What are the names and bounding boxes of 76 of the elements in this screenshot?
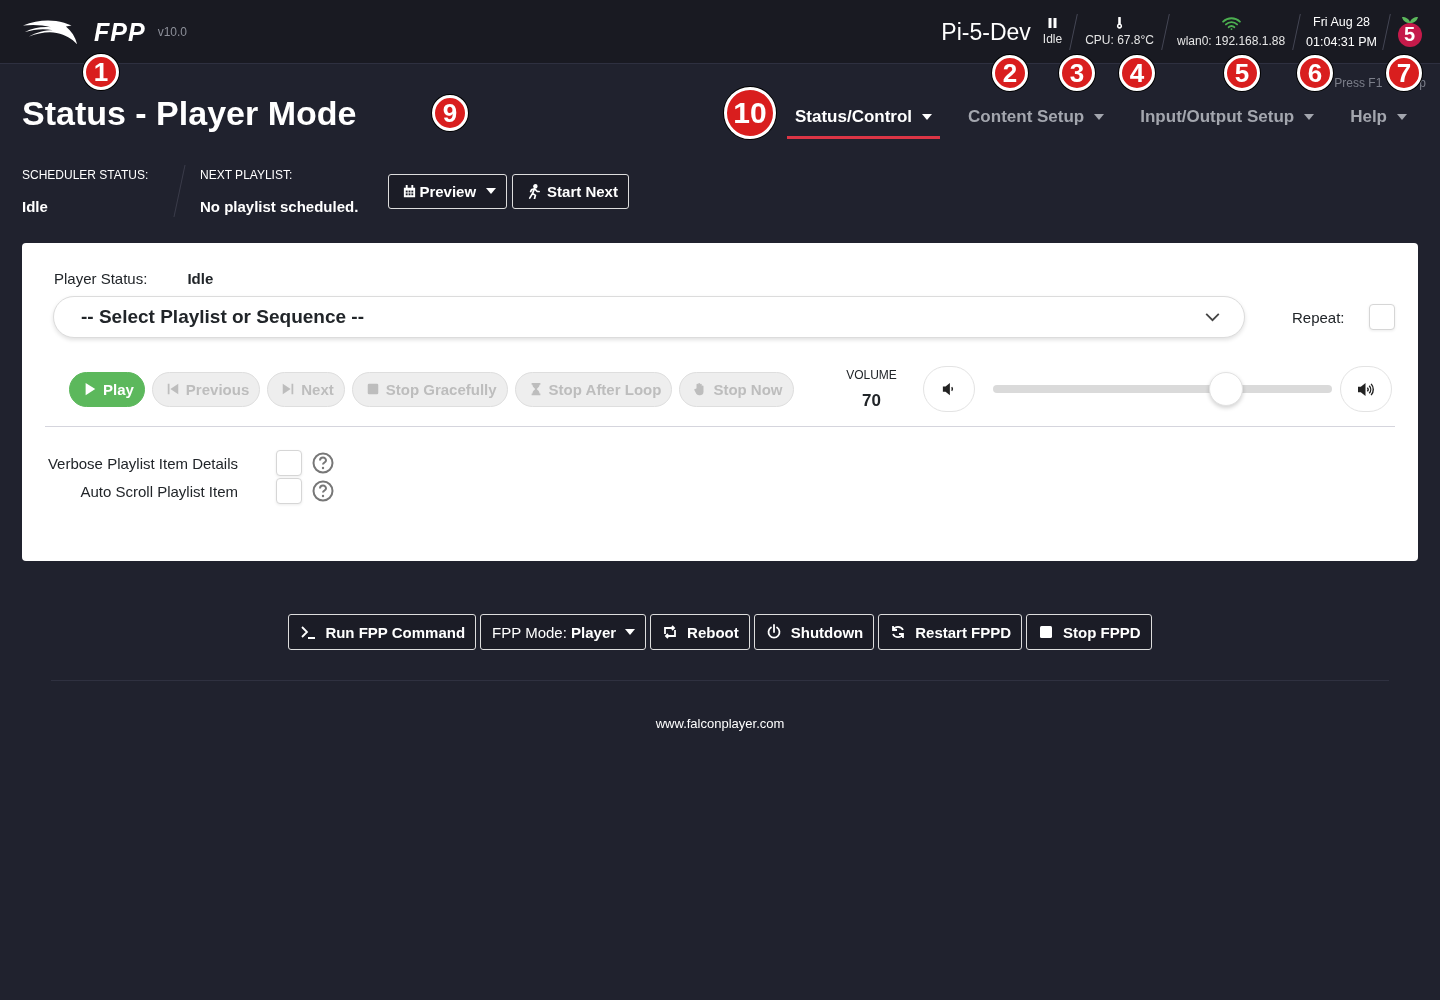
mode-dropdown[interactable]: FPP Mode: Player xyxy=(480,614,647,650)
preview-dropdown[interactable]: Preview xyxy=(388,173,508,209)
callout-marker: 5 xyxy=(1224,55,1260,91)
time-label: 01:04:31 PM xyxy=(1306,35,1377,49)
option-label: Verbose Playlist Item Details xyxy=(46,454,238,472)
help-hint: p xyxy=(1419,76,1426,89)
skip-back-icon xyxy=(165,382,180,396)
callout-marker: 3 xyxy=(1059,55,1095,91)
stop-icon xyxy=(365,382,380,396)
running-person-icon xyxy=(526,183,542,199)
stop-icon xyxy=(1038,624,1055,640)
callout-marker: 2 xyxy=(992,55,1028,91)
player-state: Idle xyxy=(1042,32,1063,46)
repeat-label: Repeat: xyxy=(1292,308,1345,326)
hostname: Pi-5-Dev xyxy=(941,18,1031,46)
nav-tab[interactable]: Input/Output Setup xyxy=(1132,97,1323,139)
refresh-icon xyxy=(890,624,907,640)
action-button[interactable]: Run FPP Command xyxy=(288,614,477,650)
help-icon xyxy=(312,452,334,474)
logo-text: FPP xyxy=(94,17,146,47)
chevron-down-icon xyxy=(1205,312,1220,322)
volume-down-button[interactable] xyxy=(922,366,975,412)
volume-value: 70 xyxy=(862,390,881,411)
calendar-icon xyxy=(402,183,418,199)
next-playlist-label: NEXT PLAYLIST: xyxy=(200,167,294,182)
option-checkbox[interactable] xyxy=(276,450,302,476)
caret-icon xyxy=(1094,113,1105,120)
option-label: Auto Scroll Playlist Item xyxy=(79,482,238,500)
raspberry-icon xyxy=(1396,15,1424,49)
option-checkbox[interactable] xyxy=(276,478,302,504)
footer-link[interactable]: www.falconplayer.com xyxy=(655,716,785,731)
volume-slider[interactable] xyxy=(992,372,1332,406)
power-icon xyxy=(765,624,782,640)
page-title: Status - Player Mode xyxy=(22,93,357,133)
volume-up-button[interactable] xyxy=(1339,366,1392,412)
version-label: v10.0 xyxy=(157,25,187,39)
callout-marker: 1 xyxy=(83,54,119,90)
next-playlist: No playlist scheduled. xyxy=(200,197,359,215)
volume-label: VOLUME xyxy=(846,367,897,382)
board-number: 5 xyxy=(1404,24,1416,44)
player-status: Idle xyxy=(187,269,214,287)
network-address: wlan0: 192.168.1.88 xyxy=(1177,33,1286,48)
caret-icon xyxy=(1304,113,1315,120)
player-status-label: Player Status: xyxy=(54,269,148,287)
caret-icon xyxy=(1397,113,1407,120)
action-button[interactable]: Stop FPPD xyxy=(1026,614,1152,650)
play-icon xyxy=(83,382,97,396)
callout-marker: 6 xyxy=(1297,55,1333,91)
action-button[interactable]: Restart FPPD xyxy=(878,614,1023,650)
callout-marker: 4 xyxy=(1119,55,1155,91)
repeat-checkbox[interactable] xyxy=(1369,304,1395,330)
scheduler-status-label: SCHEDULER STATUS: xyxy=(22,167,150,182)
skip-forward-icon xyxy=(281,382,296,396)
nav-tab[interactable]: Help xyxy=(1342,97,1415,139)
speaker-icon xyxy=(941,382,956,396)
wifi-icon xyxy=(1221,16,1241,30)
action-button[interactable]: Reboot xyxy=(650,614,750,650)
action-button[interactable]: Shutdown xyxy=(753,614,875,650)
caret-icon xyxy=(922,113,933,120)
help-hint: Press F1 xyxy=(1334,76,1383,89)
nav-tab[interactable]: Content Setup xyxy=(960,97,1113,139)
speaker-loud-icon xyxy=(1357,381,1375,397)
help-icon xyxy=(312,480,334,502)
callout-marker: 10 xyxy=(724,87,776,139)
terminal-icon xyxy=(300,624,317,640)
pause-icon xyxy=(1048,18,1057,28)
cpu-temperature: CPU: 67.8°C xyxy=(1085,33,1154,47)
slider-thumb[interactable] xyxy=(1209,372,1244,406)
repeat-arrows-icon xyxy=(662,624,679,640)
start-next-button[interactable]: Start Next xyxy=(512,173,629,209)
playlist-select[interactable]: -- Select Playlist or Sequence -- xyxy=(53,296,1245,338)
nav-tab[interactable]: Status/Control xyxy=(787,97,941,139)
thermometer-icon xyxy=(1116,17,1124,29)
scheduler-status: Idle xyxy=(22,197,49,215)
date-label: Fri Aug 28 xyxy=(1313,15,1371,29)
callout-marker: 9 xyxy=(432,95,468,131)
